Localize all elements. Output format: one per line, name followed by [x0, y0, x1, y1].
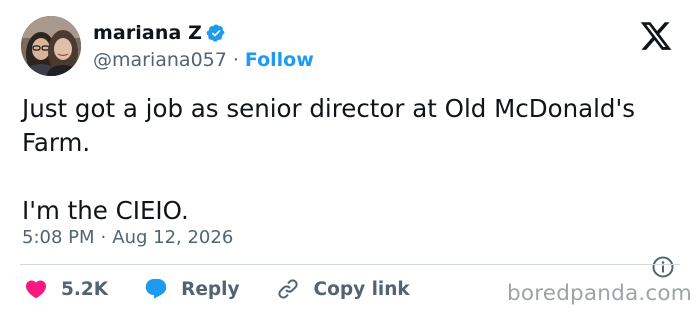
- link-icon: [277, 279, 298, 299]
- reply-label: Reply: [181, 278, 240, 300]
- tweet-card: mariana Z @mariana057 · Follow Just got …: [0, 0, 700, 318]
- verified-badge-icon: [206, 23, 226, 43]
- tweet-paragraph: Just got a job as senior director at Old…: [22, 94, 643, 157]
- tweet-paragraph: I'm the CIEIO.: [22, 196, 189, 225]
- heart-icon: [25, 280, 47, 299]
- timestamp[interactable]: 5:08 PM · Aug 12, 2026: [22, 227, 233, 248]
- like-count: 5.2K: [61, 278, 109, 300]
- display-name[interactable]: mariana Z: [93, 22, 202, 44]
- x-logo-icon[interactable]: [637, 19, 675, 53]
- copy-link-label: Copy link: [313, 278, 410, 300]
- divider: [20, 264, 680, 265]
- tweet-text: Just got a job as senior director at Old…: [22, 92, 682, 228]
- avatar[interactable]: [21, 16, 81, 76]
- avatar-image: [21, 16, 81, 76]
- info-icon[interactable]: [651, 255, 675, 279]
- copy-link-button[interactable]: Copy link: [276, 277, 410, 301]
- tweet-date: Aug 12, 2026: [112, 227, 234, 248]
- watermark: boredpanda.com: [507, 281, 692, 306]
- reply-bubble-icon: [145, 279, 167, 299]
- timestamp-separator: ·: [100, 227, 107, 248]
- action-bar: 5.2K Reply Copy link: [24, 277, 446, 301]
- name-row: mariana Z: [93, 22, 314, 44]
- tweet-time: 5:08 PM: [22, 227, 95, 248]
- separator-dot: ·: [232, 49, 239, 71]
- reply-button[interactable]: Reply: [144, 277, 240, 301]
- handle[interactable]: @mariana057: [93, 49, 227, 71]
- handle-row: @mariana057 · Follow: [93, 49, 314, 71]
- follow-button[interactable]: Follow: [245, 49, 314, 71]
- like-button[interactable]: 5.2K: [24, 277, 108, 301]
- author-block: mariana Z @mariana057 · Follow: [93, 22, 314, 71]
